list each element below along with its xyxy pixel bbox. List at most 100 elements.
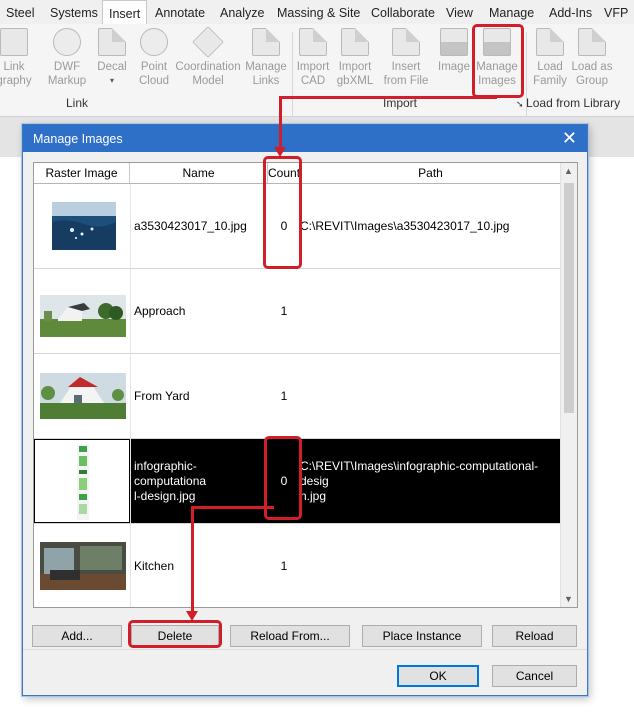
- image-path: [300, 354, 561, 438]
- image-button[interactable]: Image: [436, 28, 472, 74]
- button-label: from File: [383, 75, 429, 87]
- column-divider: [130, 184, 131, 607]
- cube-icon: [192, 26, 224, 58]
- tab-annotate[interactable]: Annotate: [155, 0, 205, 24]
- place-instance-button[interactable]: Place Instance: [362, 625, 482, 647]
- raster-thumbnail-cell: [34, 524, 130, 607]
- images-table: Raster Image Name Count Path a3530423017…: [33, 162, 578, 608]
- cancel-button[interactable]: Cancel: [492, 665, 577, 687]
- image-icon: [440, 28, 468, 56]
- tab-insert[interactable]: Insert: [102, 0, 148, 25]
- topography-icon: [0, 28, 28, 56]
- manage-links-button[interactable]: Manage Links: [244, 28, 288, 88]
- button-label: CAD: [300, 75, 326, 87]
- annotation-arrow-line: [494, 96, 497, 99]
- from-yard-render-thumbnail: [40, 373, 126, 419]
- tab-massing-site[interactable]: Massing & Site: [277, 0, 360, 24]
- button-label: Image: [438, 61, 470, 73]
- decal-button[interactable]: Decal ▾: [94, 28, 130, 88]
- table-row[interactable]: Kitchen 1: [34, 524, 561, 607]
- family-icon: [536, 28, 564, 56]
- coordination-model-button[interactable]: Coordination Model: [172, 26, 244, 88]
- ribbon-panel: Link graphy DWF Markup Decal ▾ Point Clo…: [0, 24, 634, 117]
- table-row[interactable]: From Yard 1: [34, 354, 561, 439]
- scroll-up-icon[interactable]: ▲: [564, 166, 573, 176]
- button-label: Insert: [391, 61, 421, 73]
- water-image-thumbnail: [52, 202, 116, 250]
- button-label: Load as: [571, 61, 613, 73]
- reload-button[interactable]: Reload: [492, 625, 577, 647]
- dwf-markup-button[interactable]: DWF Markup: [44, 28, 90, 88]
- dwf-markup-icon: [53, 28, 81, 56]
- image-name: Kitchen: [134, 559, 175, 573]
- button-label: Model: [192, 75, 224, 87]
- column-header-path[interactable]: Path: [300, 163, 561, 183]
- button-label: Load: [537, 61, 563, 73]
- image-path-line: C:\REVIT\Images\infographic-computationa…: [300, 458, 539, 488]
- link-topography-button[interactable]: Link graphy: [0, 28, 36, 88]
- tab-steel[interactable]: Steel: [6, 0, 35, 24]
- image-count: 1: [280, 389, 288, 403]
- import-gbxml-button[interactable]: Import gbXML: [334, 28, 376, 88]
- annotation-arrow-line: [191, 506, 194, 612]
- highlight-count-top: [263, 156, 302, 269]
- scroll-down-icon[interactable]: ▼: [564, 594, 573, 604]
- image-name: Approach: [134, 304, 186, 318]
- button-label: Links: [252, 75, 280, 87]
- button-label: Decal: [97, 61, 127, 73]
- manage-links-icon: [252, 28, 280, 56]
- tab-add-ins[interactable]: Add-Ins: [549, 0, 592, 24]
- group-separator: [292, 32, 293, 116]
- image-name-line: infographic-computationa: [134, 458, 207, 488]
- infographic-thumbnail: [77, 444, 89, 520]
- column-header-name[interactable]: Name: [130, 163, 268, 183]
- point-cloud-icon: [140, 28, 168, 56]
- button-label: Import: [296, 61, 330, 73]
- button-label: Import: [338, 61, 372, 73]
- group-label-link: Link: [66, 96, 89, 110]
- image-name: infographic-computationa l-design.jpg: [130, 439, 268, 523]
- point-cloud-button[interactable]: Point Cloud: [136, 28, 172, 88]
- tab-collaborate[interactable]: Collaborate: [371, 0, 435, 24]
- image-path: C:\REVIT\Images\infographic-computationa…: [300, 439, 561, 523]
- annotation-arrow-line: [279, 96, 282, 148]
- vertical-scrollbar[interactable]: ▲ ▼: [560, 163, 577, 607]
- divider: [23, 649, 587, 650]
- dialog-title-bar[interactable]: Manage Images ✕: [23, 125, 587, 152]
- ok-button[interactable]: OK: [397, 665, 479, 687]
- button-label: DWF: [53, 61, 81, 73]
- table-row[interactable]: Approach 1: [34, 269, 561, 354]
- load-as-group-button[interactable]: Load as Group: [570, 28, 614, 88]
- image-count: 1: [280, 304, 288, 318]
- image-name: From Yard: [134, 389, 190, 403]
- group-icon: [578, 28, 606, 56]
- column-header-raster-image[interactable]: Raster Image: [34, 163, 130, 183]
- image-path-line: n.jpg: [300, 488, 327, 503]
- raster-thumbnail-cell: [34, 269, 130, 353]
- highlight-delete-button: [128, 620, 222, 648]
- tab-manage[interactable]: Manage: [489, 0, 534, 24]
- button-label: Family: [533, 75, 567, 87]
- raster-thumbnail-cell: [34, 184, 130, 268]
- tab-systems[interactable]: Systems: [50, 0, 98, 24]
- tab-analyze[interactable]: Analyze: [220, 0, 264, 24]
- tab-view[interactable]: View: [446, 0, 473, 24]
- image-name-line: l-design.jpg: [134, 488, 196, 503]
- load-family-button[interactable]: Load Family: [530, 28, 570, 88]
- kitchen-render-thumbnail: [40, 542, 126, 590]
- reload-from-button[interactable]: Reload From...: [230, 625, 350, 647]
- scrollbar-thumb[interactable]: [564, 183, 574, 413]
- close-icon[interactable]: ✕: [562, 128, 577, 149]
- raster-thumbnail-cell: [34, 354, 130, 438]
- expand-arrow-icon: ➘: [516, 99, 527, 109]
- highlight-manage-images: [472, 24, 524, 98]
- import-cad-button[interactable]: Import CAD: [294, 28, 332, 88]
- group-label-load-from-library[interactable]: ➘ Load from Library: [516, 96, 620, 110]
- button-label: Group: [576, 75, 608, 87]
- raster-thumbnail-cell: [34, 439, 130, 523]
- image-path: [300, 269, 561, 353]
- gbxml-file-icon: [341, 28, 369, 56]
- add-button[interactable]: Add...: [32, 625, 122, 647]
- insert-from-file-button[interactable]: Insert from File: [380, 28, 432, 88]
- tab-vfp[interactable]: VFP: [604, 0, 628, 24]
